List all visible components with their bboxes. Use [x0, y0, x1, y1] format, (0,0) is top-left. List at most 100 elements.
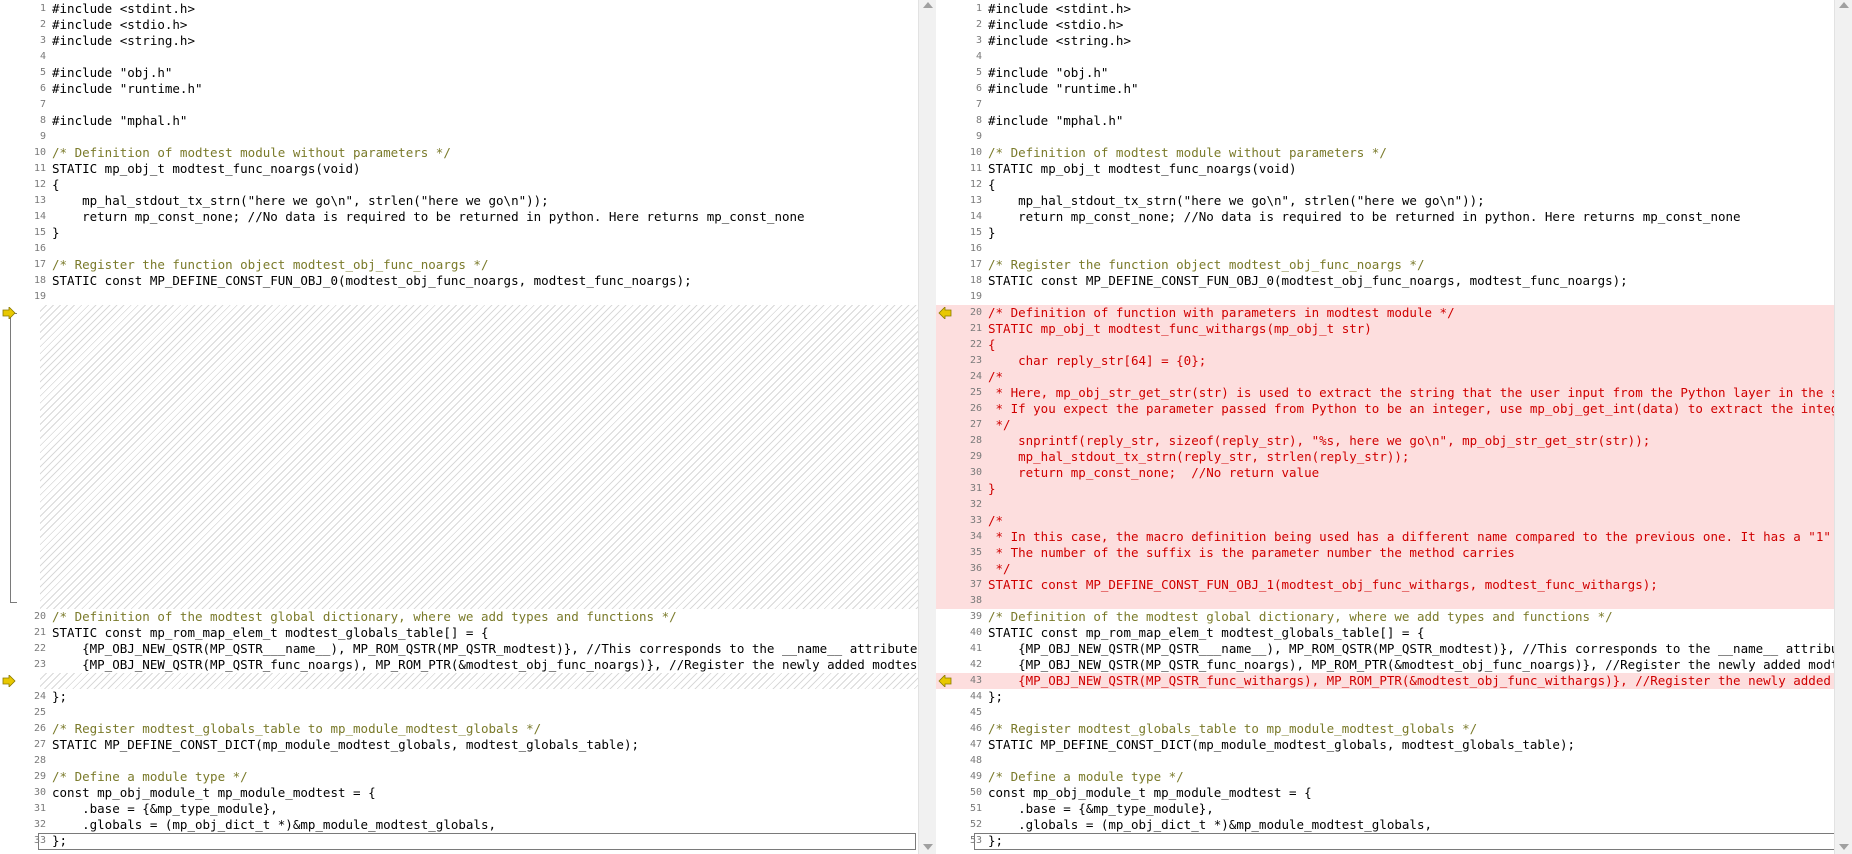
code-line[interactable]: 4 — [936, 49, 1852, 65]
scroll-down-icon[interactable] — [923, 844, 933, 850]
code-line[interactable]: 36 */ — [936, 561, 1852, 577]
code-line[interactable]: 8 #include "mphal.h" — [936, 113, 1852, 129]
arrow-marker-icon[interactable] — [938, 675, 952, 687]
code-text: /* Define a module type */ — [988, 769, 1184, 784]
right-code-pane[interactable]: 1 #include <stdint.h> 2 #include <stdio.h> 3… — [936, 0, 1852, 854]
code-line[interactable]: 10 /* Definition of modtest module withou… — [0, 145, 918, 161]
left-code-pane[interactable]: 1 #include <stdint.h> 2 #include <stdio.h> 3… — [0, 0, 918, 854]
code-line[interactable]: 9 — [936, 129, 1852, 145]
code-line[interactable]: 30 return mp_const_none; //No return val… — [936, 465, 1852, 481]
code-line[interactable]: 19 — [0, 289, 918, 305]
code-line[interactable]: 32 .globals = (mp_obj_dict_t *)&mp_modul… — [0, 817, 918, 833]
code-line[interactable]: 19 — [936, 289, 1852, 305]
arrow-marker-icon[interactable] — [2, 675, 16, 687]
code-line[interactable]: 10 /* Definition of modtest module withou… — [936, 145, 1852, 161]
code-line[interactable]: 45 — [936, 705, 1852, 721]
code-line[interactable]: 22 {MP_OBJ_NEW_QSTR(MP_QSTR___name__), M… — [0, 641, 918, 657]
code-line[interactable]: 28 snprintf(reply_str, sizeof(reply_str)… — [936, 433, 1852, 449]
code-line[interactable]: 5 #include "obj.h" — [0, 65, 918, 81]
arrow-marker-icon[interactable] — [938, 307, 952, 319]
code-line[interactable]: 27 */ — [936, 417, 1852, 433]
code-line[interactable]: 30 const mp_obj_module_t mp_module_modtes… — [0, 785, 918, 801]
code-line[interactable]: 2 #include <stdio.h> — [0, 17, 918, 33]
code-line[interactable]: 20 /* Definition of function with paramet… — [936, 305, 1852, 321]
code-line[interactable]: 8 #include "mphal.h" — [0, 113, 918, 129]
code-line[interactable]: 4 — [0, 49, 918, 65]
code-line[interactable]: 27 STATIC MP_DEFINE_CONST_DICT(mp_module_… — [0, 737, 918, 753]
code-line[interactable]: 33 /* — [936, 513, 1852, 529]
code-line[interactable]: 13 mp_hal_stdout_tx_strn("here we go\n",… — [936, 193, 1852, 209]
scroll-up-icon[interactable] — [1839, 2, 1849, 8]
right-vertical-scrollbar[interactable] — [1834, 0, 1852, 854]
code-line[interactable]: 14 return mp_const_none; //No data is re… — [936, 209, 1852, 225]
code-line[interactable]: 38 — [936, 593, 1852, 609]
code-line[interactable]: 3 #include <string.h> — [0, 33, 918, 49]
code-line[interactable]: 3 #include <string.h> — [936, 33, 1852, 49]
code-line[interactable]: 16 — [936, 241, 1852, 257]
code-line[interactable]: 7 — [936, 97, 1852, 113]
code-line[interactable]: 49 /* Define a module type */ — [936, 769, 1852, 785]
code-line[interactable]: 13 mp_hal_stdout_tx_strn("here we go\n",… — [0, 193, 918, 209]
code-line[interactable]: 20 /* Definition of the modtest global di… — [0, 609, 918, 625]
code-line[interactable]: 46 /* Register modtest_globals_table to m… — [936, 721, 1852, 737]
code-line[interactable]: 39 /* Definition of the modtest global di… — [936, 609, 1852, 625]
code-line[interactable]: 43 {MP_OBJ_NEW_QSTR(MP_QSTR_func_witharg… — [936, 673, 1852, 689]
code-line[interactable]: 11 STATIC mp_obj_t modtest_func_noargs(vo… — [936, 161, 1852, 177]
code-line[interactable]: 44}; — [936, 689, 1852, 705]
code-line[interactable]: 28 — [0, 753, 918, 769]
left-vertical-scrollbar[interactable] — [918, 0, 937, 854]
code-line[interactable]: 18 STATIC const MP_DEFINE_CONST_FUN_OBJ_0… — [0, 273, 918, 289]
code-line[interactable]: 12 { — [936, 177, 1852, 193]
code-line[interactable]: 34 * In this case, the macro definition … — [936, 529, 1852, 545]
code-line[interactable]: 35 * The number of the suffix is the par… — [936, 545, 1852, 561]
code-line[interactable]: 24}; — [0, 689, 918, 705]
code-line[interactable]: 23 {MP_OBJ_NEW_QSTR(MP_QSTR_func_noargs)… — [0, 657, 918, 673]
code-line[interactable]: 47 STATIC MP_DEFINE_CONST_DICT(mp_module_… — [936, 737, 1852, 753]
code-line[interactable]: 29 mp_hal_stdout_tx_strn(reply_str, strl… — [936, 449, 1852, 465]
code-line[interactable]: 25 — [0, 705, 918, 721]
code-line[interactable]: 22 { — [936, 337, 1852, 353]
code-line[interactable]: 42 {MP_OBJ_NEW_QSTR(MP_QSTR_func_noargs)… — [936, 657, 1852, 673]
arrow-marker-icon[interactable] — [2, 307, 16, 319]
code-line[interactable]: 1 #include <stdint.h> — [0, 1, 918, 17]
code-line[interactable]: 1 #include <stdint.h> — [936, 1, 1852, 17]
code-line[interactable]: 26 /* Register modtest_globals_table to m… — [0, 721, 918, 737]
code-line[interactable]: 26 * If you expect the parameter passed … — [936, 401, 1852, 417]
code-line[interactable]: 21 STATIC mp_obj_t modtest_func_withargs(… — [936, 321, 1852, 337]
code-line[interactable]: 18 STATIC const MP_DEFINE_CONST_FUN_OBJ_0… — [936, 273, 1852, 289]
code-line[interactable]: 15} — [936, 225, 1852, 241]
code-line[interactable]: 32 — [936, 497, 1852, 513]
code-line[interactable]: 16 — [0, 241, 918, 257]
code-line[interactable]: 41 {MP_OBJ_NEW_QSTR(MP_QSTR___name__), M… — [936, 641, 1852, 657]
line-number: 16 — [969, 243, 982, 254]
code-line[interactable]: 2 #include <stdio.h> — [936, 17, 1852, 33]
code-line[interactable]: 52 .globals = (mp_obj_dict_t *)&mp_modul… — [936, 817, 1852, 833]
code-line[interactable]: 6 #include "runtime.h" — [0, 81, 918, 97]
code-line[interactable]: 37 STATIC const MP_DEFINE_CONST_FUN_OBJ_1… — [936, 577, 1852, 593]
code-line[interactable]: 11 STATIC mp_obj_t modtest_func_noargs(vo… — [0, 161, 918, 177]
code-line[interactable]: 15} — [0, 225, 918, 241]
code-line[interactable]: 17 /* Register the function object modtes… — [0, 257, 918, 273]
code-line[interactable]: 9 — [0, 129, 918, 145]
line-number: 20 — [33, 611, 46, 622]
code-line[interactable]: 7 — [0, 97, 918, 113]
code-line[interactable]: 29 /* Define a module type */ — [0, 769, 918, 785]
code-text: #include "mphal.h" — [988, 113, 1124, 128]
code-line[interactable]: 23 char reply_str[64] = {0}; — [936, 353, 1852, 369]
code-line[interactable]: 6 #include "runtime.h" — [936, 81, 1852, 97]
scroll-up-icon[interactable] — [923, 2, 933, 8]
code-line[interactable]: 14 return mp_const_none; //No data is re… — [0, 209, 918, 225]
code-line[interactable]: 50 const mp_obj_module_t mp_module_modtes… — [936, 785, 1852, 801]
code-line[interactable]: 21 STATIC const mp_rom_map_elem_t modtest… — [0, 625, 918, 641]
code-line[interactable]: 17 /* Register the function object modtes… — [936, 257, 1852, 273]
code-line[interactable]: 5 #include "obj.h" — [936, 65, 1852, 81]
code-line[interactable]: 12 { — [0, 177, 918, 193]
code-line[interactable]: 31} — [936, 481, 1852, 497]
code-line[interactable]: 31 .base = {&mp_type_module}, — [0, 801, 918, 817]
code-line[interactable]: 24 /* — [936, 369, 1852, 385]
code-line[interactable]: 51 .base = {&mp_type_module}, — [936, 801, 1852, 817]
scroll-down-icon[interactable] — [1839, 844, 1849, 850]
code-line[interactable]: 40 STATIC const mp_rom_map_elem_t modtest… — [936, 625, 1852, 641]
code-line[interactable]: 25 * Here, mp_obj_str_get_str(str) is us… — [936, 385, 1852, 401]
code-line[interactable]: 48 — [936, 753, 1852, 769]
